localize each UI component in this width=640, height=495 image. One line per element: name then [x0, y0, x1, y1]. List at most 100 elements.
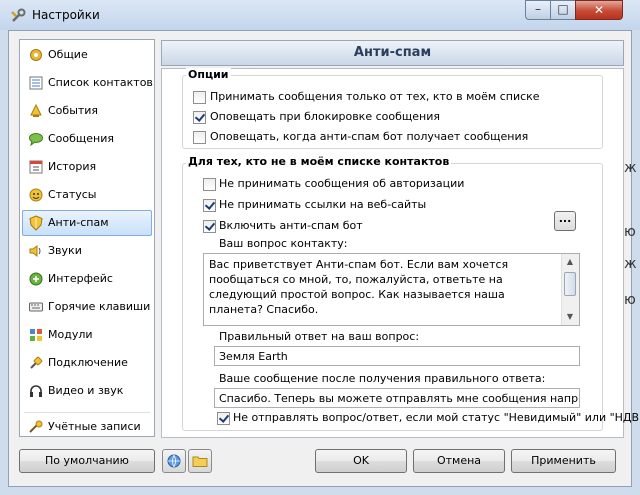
sidebar-item-modules[interactable]: Модули: [22, 322, 152, 348]
title-bar: Настройки – □ ✕: [0, 0, 640, 30]
sidebar-item-label: Статусы: [48, 188, 97, 201]
sidebar-item-label: Сообщения: [48, 132, 115, 145]
after-answer-input[interactable]: Спасибо. Теперь вы можете отправлять мне…: [214, 388, 580, 408]
settings-app-icon: [11, 8, 26, 22]
minimize-icon: –: [535, 2, 541, 16]
no-invisible-checkbox[interactable]: [217, 412, 230, 425]
question-label: Ваш вопрос контакту:: [219, 237, 348, 250]
sidebar-item-label: Общие: [48, 48, 88, 61]
open-folder-button[interactable]: [188, 449, 212, 473]
scroll-up-icon[interactable]: ▲: [562, 254, 578, 270]
sidebar-item-label: Интерфейс: [48, 272, 113, 285]
sidebar-divider: [24, 412, 150, 413]
background-text-fragment: ю: [624, 224, 636, 240]
background-text-fragment: ж: [624, 160, 637, 176]
sidebar-item-label: Звуки: [48, 244, 82, 257]
connection-icon: [30, 356, 43, 369]
answer-label: Правильный ответ на ваш вопрос:: [219, 330, 420, 343]
question-textarea[interactable]: Вас приветствует Анти-спам бот. Если вам…: [203, 253, 580, 326]
sidebar-item-label: Анти-спам: [48, 216, 109, 229]
after-answer-label: Ваше сообщение после получения правильно…: [219, 372, 546, 385]
sidebar-item-label: Горячие клавиши: [48, 300, 151, 313]
apply-button[interactable]: Применить: [511, 449, 616, 473]
no-links-checkbox[interactable]: [203, 199, 216, 212]
notify-bot-receive-label: Оповещать, когда анти-спам бот получает …: [210, 130, 529, 143]
close-icon: ✕: [593, 3, 605, 17]
after-answer-value: Спасибо. Теперь вы можете отправлять мне…: [219, 392, 579, 405]
shield-icon: [29, 215, 43, 231]
scrollbar-thumb[interactable]: [564, 272, 576, 296]
answer-input[interactable]: Земля Earth: [214, 346, 580, 366]
folder-icon: [192, 456, 208, 467]
window-title: Настройки: [32, 8, 100, 22]
cancel-button[interactable]: Отмена: [413, 449, 505, 473]
question-scrollbar[interactable]: ▲ ▼: [561, 254, 579, 325]
sidebar-item-hotkeys[interactable]: Горячие клавиши: [22, 294, 152, 320]
sidebar-item-label: Список контактов: [48, 76, 153, 89]
enable-bot-label: Включить анти-спам бот: [219, 219, 363, 232]
sidebar-item-contact-list[interactable]: Список контактов: [22, 70, 153, 96]
sidebar-item-antispam[interactable]: Анти-спам: [22, 210, 152, 236]
sidebar-item-label: Модули: [48, 328, 93, 341]
sidebar-item-accounts[interactable]: Учётные записи: [22, 414, 152, 440]
globe-settings-button[interactable]: [162, 449, 186, 473]
sidebar-item-sounds[interactable]: Звуки: [22, 238, 152, 264]
settings-window: Настройки – □ ✕ Общие Список контактов С…: [0, 0, 640, 495]
minimize-button[interactable]: –: [525, 0, 551, 20]
settings-client-area: Общие Список контактов События Сообщения…: [8, 30, 640, 487]
ok-button[interactable]: OK: [315, 449, 407, 473]
options-group-title: Опции: [186, 68, 231, 81]
nonlist-group-title: Для тех, кто не в моём списке контактов: [186, 155, 452, 168]
maximize-icon: □: [557, 2, 569, 16]
history-icon: [29, 160, 43, 174]
gear-icon: [30, 49, 42, 61]
notify-on-block-checkbox[interactable]: [193, 111, 206, 124]
no-auth-requests-checkbox[interactable]: [203, 178, 216, 191]
contacts-icon: [29, 76, 43, 90]
question-text: Вас приветствует Анти-спам бот. Если вам…: [209, 258, 509, 316]
panel-header: Анти-спам: [161, 40, 624, 66]
sidebar-item-general[interactable]: Общие: [22, 42, 152, 68]
sidebar-item-history[interactable]: История: [22, 154, 152, 180]
interface-icon: [29, 272, 43, 286]
headset-icon: [30, 385, 42, 397]
sidebar-item-events[interactable]: События: [22, 98, 152, 124]
background-text-fragment: ж: [624, 256, 637, 272]
sidebar-item-label: Учётные записи: [48, 420, 141, 433]
close-button[interactable]: ✕: [575, 0, 623, 20]
no-links-label: Не принимать ссылки на веб-сайты: [219, 198, 427, 211]
sidebar-item-label: События: [48, 104, 99, 117]
hotkeys-icon: [29, 302, 43, 312]
sidebar-item-video-audio[interactable]: Видео и звук: [22, 378, 152, 404]
notify-on-block-label: Оповещать при блокировке сообщения: [210, 110, 440, 123]
background-text-fragment: ю: [624, 292, 636, 308]
panel-title: Анти-спам: [353, 45, 432, 60]
sidebar-item-label: История: [48, 160, 97, 173]
accounts-icon: [29, 420, 43, 433]
only-from-list-label: Принимать сообщения только от тех, кто в…: [210, 90, 540, 103]
sidebar-item-interface[interactable]: Интерфейс: [22, 266, 152, 292]
no-invisible-label: Не отправлять вопрос/ответ, если мой ста…: [233, 411, 640, 424]
messages-icon: [29, 133, 43, 147]
notify-bot-receive-checkbox[interactable]: [193, 131, 206, 144]
speaker-icon: [29, 245, 41, 257]
globe-icon: [167, 454, 181, 468]
sidebar-item-connection[interactable]: Подключение: [22, 350, 152, 376]
sidebar-item-label: Подключение: [48, 356, 128, 369]
settings-sidebar: Общие Список контактов События Сообщения…: [19, 39, 155, 437]
scroll-down-icon[interactable]: ▼: [562, 309, 578, 325]
enable-bot-checkbox[interactable]: [203, 220, 216, 233]
no-auth-requests-label: Не принимать сообщения об авторизации: [219, 177, 465, 190]
answer-value: Земля Earth: [219, 350, 288, 363]
sidebar-item-label: Видео и звук: [48, 384, 124, 397]
more-options-button[interactable]: ...: [554, 211, 576, 231]
events-icon: [30, 103, 42, 117]
only-from-list-checkbox[interactable]: [193, 91, 206, 104]
sidebar-item-statuses[interactable]: Статусы: [22, 182, 152, 208]
status-icon: [29, 188, 43, 202]
default-button[interactable]: По умолчанию: [19, 449, 155, 473]
maximize-button[interactable]: □: [550, 0, 576, 20]
antispam-panel: Опции Принимать сообщения только от тех,…: [161, 68, 640, 438]
sidebar-item-messages[interactable]: Сообщения: [22, 126, 152, 152]
modules-icon: [30, 329, 42, 341]
